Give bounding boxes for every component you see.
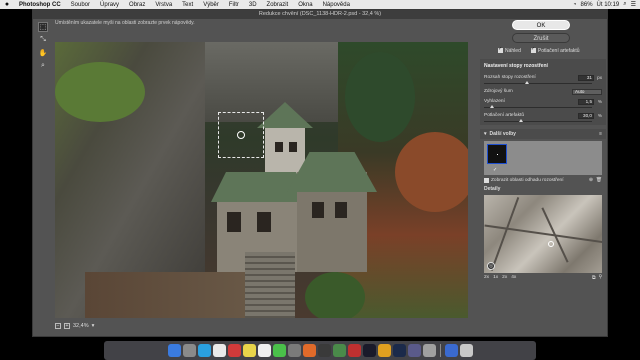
downloads-folder-icon[interactable] [444, 344, 458, 357]
more-options-label: Další volby [489, 131, 516, 137]
blur-trace-list: ✓ [484, 141, 602, 175]
estimate-label: Zobrazit oblasti odhadu rozostření [491, 178, 564, 183]
loupe-zoom-4x[interactable]: 4x [511, 275, 516, 281]
zoom-level[interactable]: 32,4% [73, 323, 89, 329]
app-icon-17[interactable] [407, 344, 421, 357]
menu-filtr[interactable]: Filtr [224, 2, 244, 8]
region-center-handle[interactable] [237, 131, 245, 139]
dialog-title: Redukce chvění (DSC_1138-HDR-2.psd - 32,… [33, 10, 607, 19]
trace-bounds-input[interactable]: 31 [578, 74, 594, 81]
undock-icon[interactable]: ⧉ [592, 275, 595, 281]
settings-panel: OK Zrušit Náhled Potlačení artefaktů Nas… [480, 20, 606, 336]
blur-trace-thumbnail[interactable] [487, 144, 507, 164]
enhance-at-loupe-icon[interactable]: ◎ [487, 262, 495, 270]
trace-bounds-slider[interactable] [484, 81, 602, 85]
menu-photoshop[interactable]: Photoshop CC [14, 2, 66, 8]
calendar-icon[interactable] [257, 344, 271, 357]
more-options-header[interactable]: ▾ Další volby ≡ [480, 129, 606, 139]
hand-tool-icon[interactable]: ✋ [38, 48, 48, 58]
bridge-icon[interactable] [377, 344, 391, 357]
noise-label: Zdrojový šum [484, 89, 513, 94]
menu-vyber[interactable]: Výběr [198, 2, 224, 8]
menu-vrstva[interactable]: Vrstva [150, 2, 177, 8]
menu-obraz[interactable]: Obraz [124, 2, 150, 8]
blur-direction-tool-icon[interactable]: ⤡ [38, 35, 48, 45]
artifact-suppression-slider[interactable] [484, 119, 602, 123]
loupe-zoom-1x[interactable]: 1x [493, 275, 498, 281]
chevron-down-icon[interactable]: ▾ [92, 323, 95, 329]
cancel-button[interactable]: Zrušit [512, 33, 570, 43]
estimate-row: Zobrazit oblasti odhadu rozostření ⊕ 🗑 [480, 178, 606, 183]
ok-button[interactable]: OK [512, 20, 570, 30]
safari-icon[interactable] [197, 344, 211, 357]
loupe-zoom-bar: 2x 1x 2x 4x ⧉ ⚲ [480, 273, 606, 281]
loupe-target[interactable] [548, 241, 554, 247]
lock-icon[interactable]: ⚲ [598, 275, 602, 281]
chrome-icon[interactable] [212, 344, 226, 357]
preview-checkbox[interactable]: Náhled [498, 46, 521, 54]
smoothing-label: Vyhlazení [484, 99, 505, 104]
menu-okna[interactable]: Okna [293, 2, 317, 8]
itunes-icon[interactable] [227, 344, 241, 357]
apple-icon[interactable]: ● [0, 1, 14, 8]
loupe-zoom-2x[interactable]: 2x [502, 275, 507, 281]
chevron-down-icon[interactable]: ▾ [484, 131, 487, 137]
zoom-tool-icon[interactable]: ⌕ [38, 61, 48, 71]
menu-napoveda[interactable]: Nápověda [318, 2, 355, 8]
app-icon-12[interactable] [332, 344, 346, 357]
trash-dock-icon[interactable] [459, 344, 473, 357]
wifi-icon[interactable]: ◔ [573, 2, 577, 8]
status-area: ◔ 86% Út 10:19 ⌕ ☰ [573, 1, 640, 8]
messages-icon[interactable] [272, 344, 286, 357]
tool-strip: ⬚ ⤡ ✋ ⌕ [37, 22, 49, 71]
app-icon-14[interactable] [362, 344, 376, 357]
notes-icon[interactable] [242, 344, 256, 357]
app-icon-10[interactable] [302, 344, 316, 357]
photoshop-icon[interactable] [392, 344, 406, 357]
blur-estimation-region[interactable] [218, 112, 264, 158]
artifact-suppression-input[interactable]: 30,0 [578, 112, 594, 119]
top-options: Náhled Potlačení artefaktů [480, 46, 606, 54]
search-icon[interactable]: ⌕ [623, 1, 626, 8]
add-region-icon[interactable]: ⊕ [589, 178, 593, 183]
menu-soubor[interactable]: Soubor [66, 2, 95, 8]
suppress-artifacts-checkbox[interactable]: Potlačení artefaktů [530, 46, 580, 54]
trace-bounds-label: Rozsah stopy rozostření [484, 75, 536, 80]
hint-text: Umístěním ukazatele myši na oblasti zobr… [55, 20, 195, 26]
menu-3d[interactable]: 3D [244, 2, 262, 8]
app-icon-13[interactable] [347, 344, 361, 357]
blur-estimation-tool-icon[interactable]: ⬚ [38, 22, 48, 32]
details-label: Detaily [484, 186, 501, 192]
trash-icon[interactable]: 🗑 [596, 178, 602, 183]
smoothing-slider[interactable] [484, 105, 602, 109]
zoom-in-button[interactable]: + [64, 323, 70, 329]
menu-zobrazit[interactable]: Zobrazit [262, 2, 294, 8]
artifact-suppression-label: Potlačení artefaktů [484, 113, 524, 118]
menu-text[interactable]: Text [177, 2, 198, 8]
checkmark-icon[interactable]: ✓ [493, 167, 497, 173]
blur-trace-settings: Nastavení stopy rozostření Rozsah stopy … [480, 59, 606, 125]
finder-icon[interactable] [167, 344, 181, 357]
dock [104, 341, 536, 360]
shake-reduction-dialog: Redukce chvění (DSC_1138-HDR-2.psd - 32,… [32, 9, 608, 337]
menu-bar: ● Photoshop CC Soubor Úpravy Obraz Vrstv… [0, 0, 640, 9]
launchpad-icon[interactable] [182, 344, 196, 357]
image-canvas[interactable] [55, 42, 468, 318]
noise-select[interactable]: Auto [572, 88, 602, 95]
battery-status[interactable]: 86% [581, 2, 593, 8]
system-preferences-icon[interactable] [287, 344, 301, 357]
app-icon-11[interactable] [317, 344, 331, 357]
detail-loupe[interactable]: ◎ [484, 195, 602, 273]
list-icon[interactable]: ☰ [631, 1, 636, 8]
panel-menu-icon[interactable]: ≡ [599, 131, 602, 137]
loupe-zoom-05x[interactable]: 2x [484, 275, 489, 281]
clock[interactable]: Út 10:19 [597, 2, 620, 8]
section-title: Nastavení stopy rozostření [484, 63, 548, 69]
smoothing-input[interactable]: 1,5 [578, 98, 594, 105]
zoom-out-button[interactable]: − [55, 323, 61, 329]
zoom-control: − + 32,4% ▾ [55, 323, 94, 329]
show-estimate-checkbox[interactable] [484, 178, 489, 183]
menu-upravy[interactable]: Úpravy [95, 2, 124, 8]
app-icon-18[interactable] [422, 344, 436, 357]
